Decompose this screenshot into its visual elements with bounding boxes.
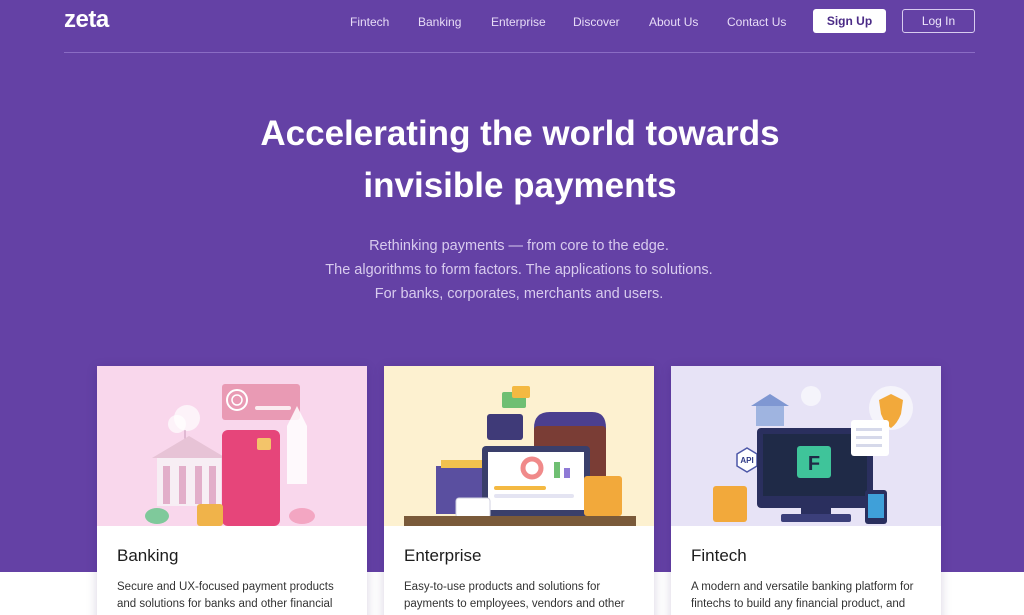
banking-card[interactable]: Banking Secure and UX-focused payment pr…	[97, 366, 367, 615]
hero-subtitle-line-2: The algorithms to form factors. The appl…	[325, 262, 713, 278]
enterprise-card-description-line-2: payments to employees, vendors and other	[404, 598, 625, 610]
enterprise-card-title: Enterprise	[404, 546, 482, 565]
hero-subtitle-line-3: For banks, corporates, merchants and use…	[374, 286, 664, 302]
nav-link-about-us[interactable]: About Us	[649, 15, 698, 29]
hero-title: Accelerating the world towards invisible…	[0, 108, 1024, 212]
fintech-card-description-line-1: A modern and versatile banking platform …	[691, 581, 914, 593]
banking-card-description-line-2: and solutions for banks and other financ…	[117, 598, 333, 610]
nav-link-fintech[interactable]: Fintech	[350, 15, 389, 29]
banking-card-title: Banking	[117, 546, 179, 565]
nav-link-enterprise[interactable]: Enterprise	[491, 15, 546, 29]
enterprise-card-description: Easy-to-use products and solutions for p…	[404, 579, 639, 613]
enterprise-illustration	[384, 366, 654, 526]
api-label: API	[740, 456, 753, 465]
enterprise-card[interactable]: Enterprise Easy-to-use products and solu…	[384, 366, 654, 615]
fintech-card[interactable]: API F Fintech A modern and versatile ban…	[671, 366, 941, 615]
nav-link-banking[interactable]: Banking	[418, 15, 461, 29]
nav-link-discover[interactable]: Discover	[573, 15, 620, 29]
sign-up-button[interactable]: Sign Up	[813, 9, 886, 33]
fintech-illustration: API F	[671, 366, 941, 526]
fintech-f-logo: F	[808, 453, 820, 475]
nav-divider	[64, 52, 975, 53]
log-in-button[interactable]: Log In	[902, 9, 975, 33]
banking-card-description-line-1: Secure and UX-focused payment products	[117, 581, 334, 593]
nav-link-contact-us[interactable]: Contact Us	[727, 15, 786, 29]
banking-card-description: Secure and UX-focused payment products a…	[117, 579, 352, 613]
fintech-card-description-line-2: fintechs to build any financial product,…	[691, 598, 906, 610]
hero-title-line-2: invisible payments	[363, 166, 677, 205]
hero-subtitle: Rethinking payments — from core to the e…	[0, 234, 1024, 306]
fintech-card-description: A modern and versatile banking platform …	[691, 579, 926, 613]
enterprise-card-description-line-1: Easy-to-use products and solutions for	[404, 581, 601, 593]
hero-title-line-1: Accelerating the world towards	[260, 114, 780, 153]
hero-subtitle-line-1: Rethinking payments — from core to the e…	[369, 238, 669, 254]
banking-illustration	[97, 366, 367, 526]
fintech-card-title: Fintech	[691, 546, 747, 565]
